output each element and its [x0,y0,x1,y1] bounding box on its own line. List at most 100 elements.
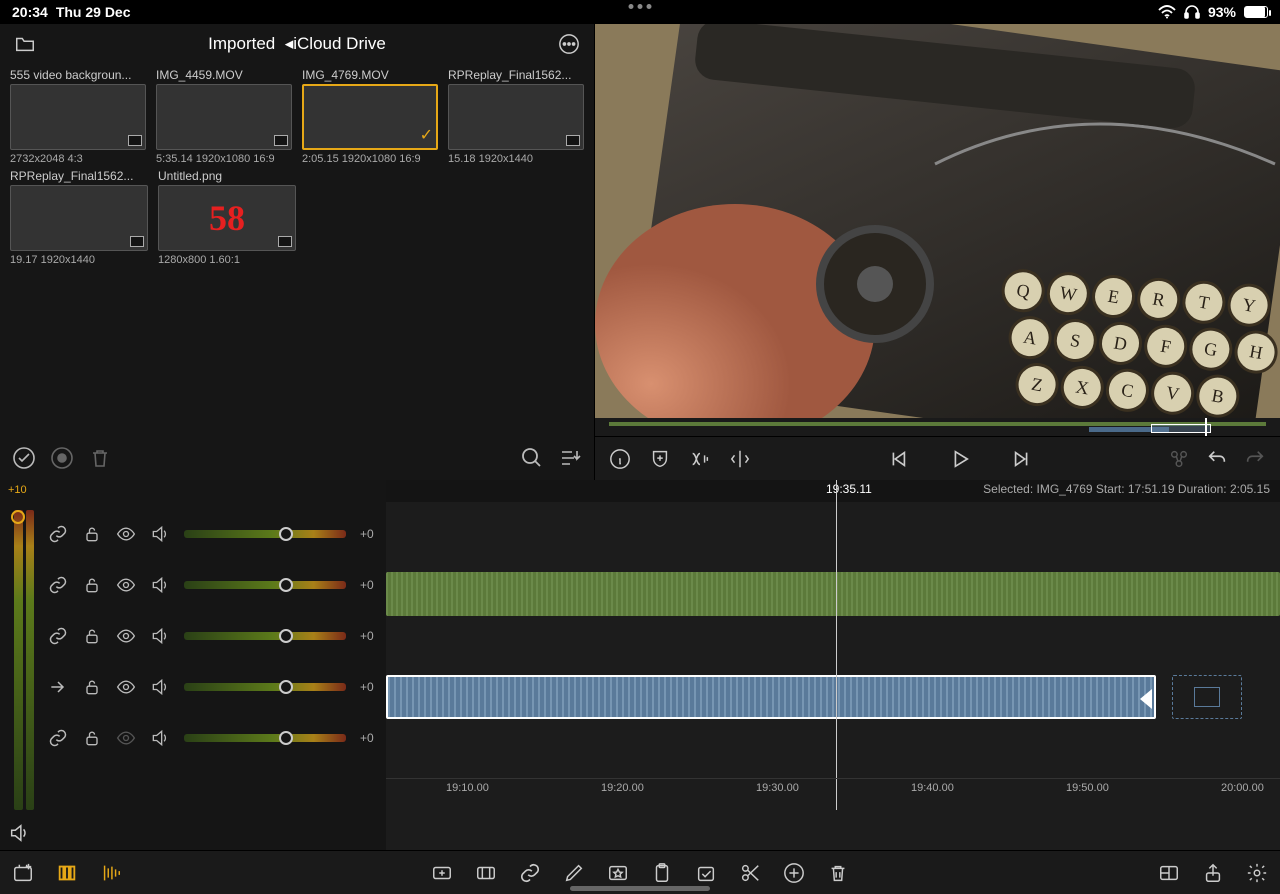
preview-scrubber[interactable] [595,418,1280,436]
level-knob[interactable] [279,629,293,643]
level-knob[interactable] [279,527,293,541]
asset-item[interactable]: RPReplay_Final1562...19.17 1920x1440 [10,169,148,266]
add-source-icon[interactable] [12,862,34,884]
trash-icon[interactable] [88,446,112,470]
eye-icon[interactable] [116,524,136,544]
level-knob[interactable] [279,731,293,745]
lock-icon[interactable] [82,575,102,595]
transition-icon[interactable] [689,448,711,470]
folder-icon[interactable] [14,33,36,55]
clipboard-icon[interactable] [651,862,673,884]
asset-item[interactable]: RPReplay_Final1562...15.18 1920x1440 [448,68,584,165]
overwrite-icon[interactable] [475,862,497,884]
library-icon[interactable] [56,862,78,884]
link-icon[interactable] [519,862,541,884]
asset-thumb[interactable] [10,185,148,251]
asset-thumb[interactable]: ✓ [302,84,438,150]
pencil-icon[interactable] [563,862,585,884]
speaker-icon[interactable] [150,677,170,697]
speaker-icon[interactable] [150,524,170,544]
master-meter [14,510,34,810]
insert-icon[interactable] [431,862,453,884]
speaker-icon[interactable] [150,626,170,646]
split-icon[interactable] [729,448,751,470]
clip-handle-icon[interactable] [1140,689,1152,709]
link-icon[interactable] [48,626,68,646]
eye-icon[interactable] [116,575,136,595]
zoom-label: +10 [8,484,27,496]
asset-thumb[interactable]: 58 [158,185,296,251]
redo-icon[interactable] [1244,448,1266,470]
undo-icon[interactable] [1206,448,1228,470]
prev-icon[interactable] [887,448,909,470]
asset-meta: 5:35.14 1920x1080 16:9 [156,153,292,165]
lock-icon[interactable] [82,677,102,697]
select-icon[interactable] [12,446,36,470]
arrow-right-icon[interactable] [48,677,68,697]
asset-item[interactable]: Untitled.png581280x800 1.60:1 [158,169,296,266]
browser-title[interactable]: Imported ◂iCloud Drive [208,34,386,54]
eye-icon[interactable] [116,677,136,697]
timeline-ruler[interactable]: 19:10.0019:20.0019:30.0019:40.0019:50.00… [386,778,1280,810]
scissors-icon[interactable] [739,862,761,884]
asset-thumb[interactable] [156,84,292,150]
home-indicator[interactable] [570,886,710,891]
link-icon[interactable] [48,728,68,748]
speaker-icon[interactable] [150,728,170,748]
settings-icon[interactable] [1246,862,1268,884]
shield-icon[interactable] [649,448,671,470]
asset-label: 555 video backgroun... [10,68,146,82]
search-icon[interactable] [520,446,544,470]
asset-item[interactable]: 555 video backgroun...2732x2048 4:3 [10,68,146,165]
playhead[interactable] [836,480,837,810]
link-icon[interactable] [48,575,68,595]
lock-icon[interactable] [82,728,102,748]
trash-icon[interactable] [827,862,849,884]
eye-icon[interactable] [116,728,136,748]
asset-meta: 2:05.15 1920x1080 16:9 [302,153,438,165]
play-icon[interactable] [949,448,971,470]
asset-thumb[interactable] [448,84,584,150]
asset-item[interactable]: IMG_4769.MOV ✓ 2:05.15 1920x1080 16:9 [302,68,438,165]
clip-audio-blue[interactable] [386,675,1156,719]
master-volume-icon[interactable] [8,822,30,844]
level-meter[interactable] [184,734,346,742]
record-icon[interactable] [50,446,74,470]
timeline-tracks[interactable]: 19:35.11 Selected: IMG_4769 Start: 17:51… [386,480,1280,850]
lock-icon[interactable] [82,524,102,544]
level-knob[interactable] [279,578,293,592]
level-meter[interactable] [184,581,346,589]
add-circle-icon[interactable] [783,862,805,884]
clip-placeholder[interactable] [1172,675,1242,719]
image-badge-icon [128,135,142,146]
level-meter[interactable] [184,632,346,640]
lock-icon[interactable] [82,626,102,646]
audio-library-icon[interactable] [100,862,122,884]
preview-pane: QWERTY ASDFGH ZXCVB [595,24,1280,480]
eye-icon[interactable] [116,626,136,646]
asset-item[interactable]: IMG_4459.MOV5:35.14 1920x1080 16:9 [156,68,292,165]
marker-icon[interactable] [1168,448,1190,470]
multitask-dots[interactable] [629,4,652,9]
clip-audio-green[interactable] [386,572,1280,616]
next-icon[interactable] [1011,448,1033,470]
selection-info: Selected: IMG_4769 Start: 17:51.19 Durat… [983,482,1270,496]
asset-grid: 555 video backgroun...2732x2048 4:3IMG_4… [0,64,594,436]
info-icon[interactable] [609,448,631,470]
asset-label: IMG_4769.MOV [302,68,438,82]
link-icon[interactable] [48,524,68,544]
level-knob[interactable] [279,680,293,694]
level-meter[interactable] [184,530,346,538]
share-icon[interactable] [1202,862,1224,884]
asset-thumb[interactable] [10,84,146,150]
check-icon: ✓ [420,125,433,145]
more-icon[interactable] [558,33,580,55]
checkbox-icon[interactable] [695,862,717,884]
level-meter[interactable] [184,683,346,691]
favorite-icon[interactable] [607,862,629,884]
sort-icon[interactable] [558,446,582,470]
ruler-tick: 19:10.00 [446,782,489,794]
layout-icon[interactable] [1158,862,1180,884]
speaker-icon[interactable] [150,575,170,595]
preview-video[interactable]: QWERTY ASDFGH ZXCVB [595,24,1280,418]
